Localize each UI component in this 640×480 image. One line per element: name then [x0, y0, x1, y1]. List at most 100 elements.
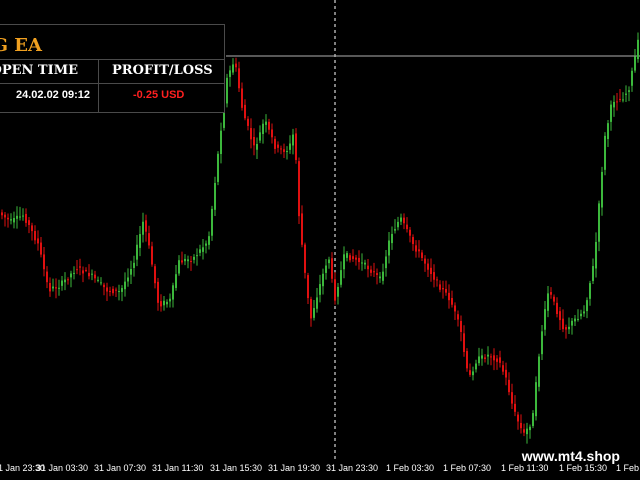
candlestick — [136, 234, 138, 267]
candlestick — [469, 363, 471, 377]
candlestick — [298, 157, 300, 224]
candlestick — [157, 277, 159, 311]
candlestick — [319, 274, 321, 303]
candlestick — [169, 293, 171, 308]
candlestick — [439, 280, 441, 293]
candlestick — [511, 383, 513, 409]
candlestick — [256, 137, 258, 160]
candlestick — [265, 114, 267, 133]
candlestick — [181, 251, 183, 265]
candlestick — [37, 230, 39, 251]
time-axis-tick: 31 Jan 15:30 — [210, 463, 263, 473]
candlestick — [100, 277, 102, 286]
candlestick — [22, 208, 24, 221]
candlestick — [349, 253, 351, 263]
candlestick — [397, 216, 399, 231]
candlestick — [28, 216, 30, 234]
candlestick — [214, 176, 216, 217]
time-axis-tick: 1 Feb — [616, 463, 640, 473]
candlestick — [58, 279, 60, 296]
candlestick — [280, 145, 282, 155]
candlestick — [85, 267, 87, 273]
candlestick — [199, 244, 201, 257]
candlestick — [379, 271, 381, 283]
candlestick — [67, 277, 69, 285]
candlestick — [592, 258, 594, 284]
candlestick — [40, 236, 42, 258]
candlestick — [46, 266, 48, 289]
ea-title: G EA — [0, 35, 42, 56]
candlestick — [4, 212, 6, 227]
candlestick — [358, 250, 360, 270]
candlestick — [145, 214, 147, 242]
candlestick — [52, 278, 54, 292]
candlestick — [415, 240, 417, 258]
candlestick — [241, 82, 243, 111]
time-axis-tick: 31 Jan 07:30 — [94, 463, 147, 473]
candlestick — [277, 141, 279, 153]
candlestick — [31, 222, 33, 241]
candlestick — [403, 213, 405, 230]
candlestick — [499, 350, 501, 368]
candlestick — [562, 309, 564, 333]
candlestick — [460, 315, 462, 342]
candlestick — [313, 299, 315, 321]
ea-info-panel: G EA OPEN TIME PROFIT/LOSS 24.02.02 09:1… — [0, 24, 225, 113]
candlestick — [376, 268, 378, 285]
candlestick — [343, 246, 345, 279]
candlestick — [355, 254, 357, 266]
candlestick — [526, 422, 528, 444]
candlestick — [607, 120, 609, 148]
candlestick — [418, 240, 420, 258]
candlestick — [340, 261, 342, 288]
candlestick — [427, 258, 429, 277]
candlestick — [565, 324, 567, 339]
candlestick — [442, 280, 444, 299]
candlestick — [208, 231, 210, 250]
candlestick — [205, 240, 207, 254]
candlestick — [505, 362, 507, 386]
candlestick — [610, 100, 612, 131]
candlestick — [619, 89, 621, 103]
candlestick — [295, 128, 297, 164]
candlestick — [388, 232, 390, 264]
candlestick — [322, 268, 324, 295]
candlestick — [454, 302, 456, 320]
candlestick — [229, 65, 231, 87]
candlestick — [586, 297, 588, 319]
candlestick — [154, 263, 156, 289]
time-axis-tick: 31 Jan 03:30 — [36, 463, 89, 473]
candlestick — [616, 92, 618, 111]
candlestick — [487, 346, 489, 365]
candlestick — [604, 132, 606, 176]
candlestick — [121, 285, 123, 302]
candlestick — [1, 209, 3, 220]
candlestick — [466, 348, 468, 372]
candlestick — [175, 264, 177, 291]
candlestick — [190, 255, 192, 271]
candlestick — [400, 213, 402, 226]
candlestick — [385, 250, 387, 277]
candlestick — [235, 57, 237, 72]
candlestick — [130, 260, 132, 285]
time-axis-tick: 1 Feb 07:30 — [443, 463, 492, 473]
candlestick — [568, 317, 570, 335]
candlestick — [217, 151, 219, 186]
candlestick — [364, 259, 366, 270]
candlestick — [502, 360, 504, 375]
candlestick — [112, 286, 114, 296]
candlestick — [583, 305, 585, 317]
candlestick — [268, 118, 270, 135]
candlestick — [49, 277, 51, 297]
candlestick — [334, 272, 336, 305]
candlestick — [457, 310, 459, 327]
candlestick — [373, 262, 375, 278]
candlestick — [133, 255, 135, 277]
candlestick — [472, 366, 474, 381]
time-axis-tick: 1 Feb 11:30 — [501, 463, 549, 473]
candlestick — [550, 287, 552, 299]
candlestick — [631, 67, 633, 92]
candlestick — [115, 287, 117, 297]
candlestick — [580, 309, 582, 320]
candlestick — [43, 246, 45, 277]
